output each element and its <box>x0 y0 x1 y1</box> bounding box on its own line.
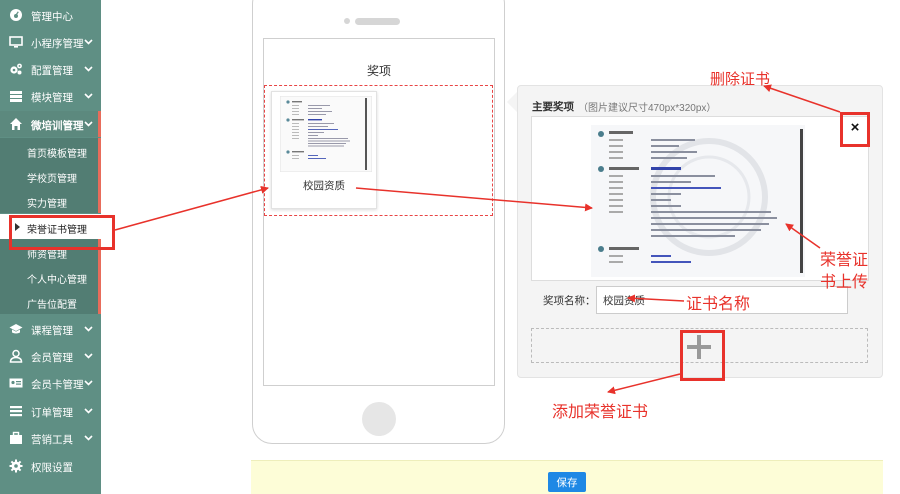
phone-home-button <box>362 402 396 436</box>
phone-section-title: 奖项 <box>366 64 391 78</box>
monitor-icon <box>9 36 23 48</box>
panel-title: 主要奖项 <box>532 101 574 113</box>
sidebar-item-label: 会员管理 <box>31 352 73 364</box>
sidebar-item-modules[interactable]: 模块管理 <box>0 83 101 109</box>
chevron-down-icon <box>84 408 93 414</box>
sidebar-item-label: 会员卡管理 <box>31 379 84 391</box>
id-card-icon <box>9 378 23 388</box>
sidebar-item-orders[interactable]: 订单管理 <box>0 398 101 424</box>
annotation-add-certificate: 添加荣誉证书 <box>552 402 649 421</box>
save-button[interactable]: 保存 <box>548 472 586 492</box>
sidebar-item-label: 微培训管理 <box>31 120 84 132</box>
annotation-upload-line2: 书上传 <box>820 272 869 291</box>
sidebar-item-label: 管理中心 <box>31 11 73 23</box>
sidebar-item-label: 订单管理 <box>31 407 73 419</box>
chevron-down-icon <box>84 435 93 441</box>
chevron-down-icon <box>84 326 93 332</box>
panel-caret <box>507 92 517 112</box>
sidebar-item-label: 配置管理 <box>31 65 73 77</box>
phone-speaker <box>355 18 400 25</box>
sidebar-item-members[interactable]: 会员管理 <box>0 343 101 369</box>
chevron-down-icon <box>84 121 93 127</box>
sidebar-item-label: 小程序管理 <box>31 38 84 50</box>
submenu-item-label: 广告位配置 <box>27 300 77 311</box>
server-icon <box>10 91 22 102</box>
briefcase-icon <box>10 431 22 444</box>
gear-icon <box>9 459 23 473</box>
chevron-down-icon <box>84 353 93 359</box>
chevron-down-icon <box>84 39 93 45</box>
chevron-down-icon <box>84 93 93 99</box>
graduation-cap-icon <box>9 324 23 334</box>
user-icon <box>9 349 23 363</box>
annotation-box-add <box>680 330 725 381</box>
image-size-hint: （图片建议尺寸470px*320px） <box>578 103 717 114</box>
chevron-down-icon <box>84 380 93 386</box>
sidebar-item-marketing[interactable]: 营销工具 <box>0 425 101 451</box>
list-icon <box>10 406 22 417</box>
submenu-item-strength[interactable]: 实力管理 <box>0 188 101 213</box>
award-name-label: 奖项名称： <box>543 295 596 307</box>
submenu-item-ad-slot[interactable]: 广告位配置 <box>0 289 101 314</box>
award-card[interactable]: 校园资质 <box>271 91 377 209</box>
phone-camera-dot <box>344 18 350 24</box>
submenu-item-school-page[interactable]: 学校页管理 <box>0 163 101 188</box>
chevron-down-icon <box>84 66 93 72</box>
sidebar-item-courses[interactable]: 课程管理 <box>0 316 101 342</box>
award-card-name: 校园资质 <box>303 180 345 192</box>
sidebar-item-label: 权限设置 <box>31 462 73 474</box>
annotation-delete-certificate: 删除证书 <box>710 70 771 88</box>
submenu-item-personal-center[interactable]: 个人中心管理 <box>0 264 101 289</box>
annotation-certificate-name: 证书名称 <box>686 294 751 313</box>
sidebar-item-miniprogram[interactable]: 小程序管理 <box>0 29 101 55</box>
submenu-item-homepage-template[interactable]: 首页模板管理 <box>0 138 101 163</box>
submenu-item-label: 实力管理 <box>27 199 67 210</box>
certificate-image <box>591 125 805 277</box>
dashboard-icon <box>10 9 22 21</box>
cogs-icon <box>10 63 22 75</box>
sidebar-item-member-cards[interactable]: 会员卡管理 <box>0 370 101 396</box>
sidebar-item-label: 模块管理 <box>31 92 73 104</box>
annotation-box-menu <box>9 215 115 250</box>
certificate-thumbnail <box>280 96 372 172</box>
sidebar-item-permissions[interactable]: 权限设置 <box>0 453 101 479</box>
sidebar-item-training[interactable]: 微培训管理 <box>0 111 101 137</box>
submenu-item-label: 首页模板管理 <box>27 149 87 160</box>
sidebar-item-config[interactable]: 配置管理 <box>0 56 101 82</box>
annotation-upload-line1: 荣誉证 <box>820 250 869 269</box>
sidebar-item-label: 课程管理 <box>31 325 73 337</box>
submenu-item-label: 学校页管理 <box>27 174 77 185</box>
annotation-box-delete <box>840 112 870 147</box>
home-icon <box>10 118 22 130</box>
submenu-item-label: 个人中心管理 <box>27 275 87 286</box>
sidebar-item-dashboard[interactable]: 管理中心 <box>0 2 101 28</box>
sidebar-item-label: 营销工具 <box>31 434 73 446</box>
